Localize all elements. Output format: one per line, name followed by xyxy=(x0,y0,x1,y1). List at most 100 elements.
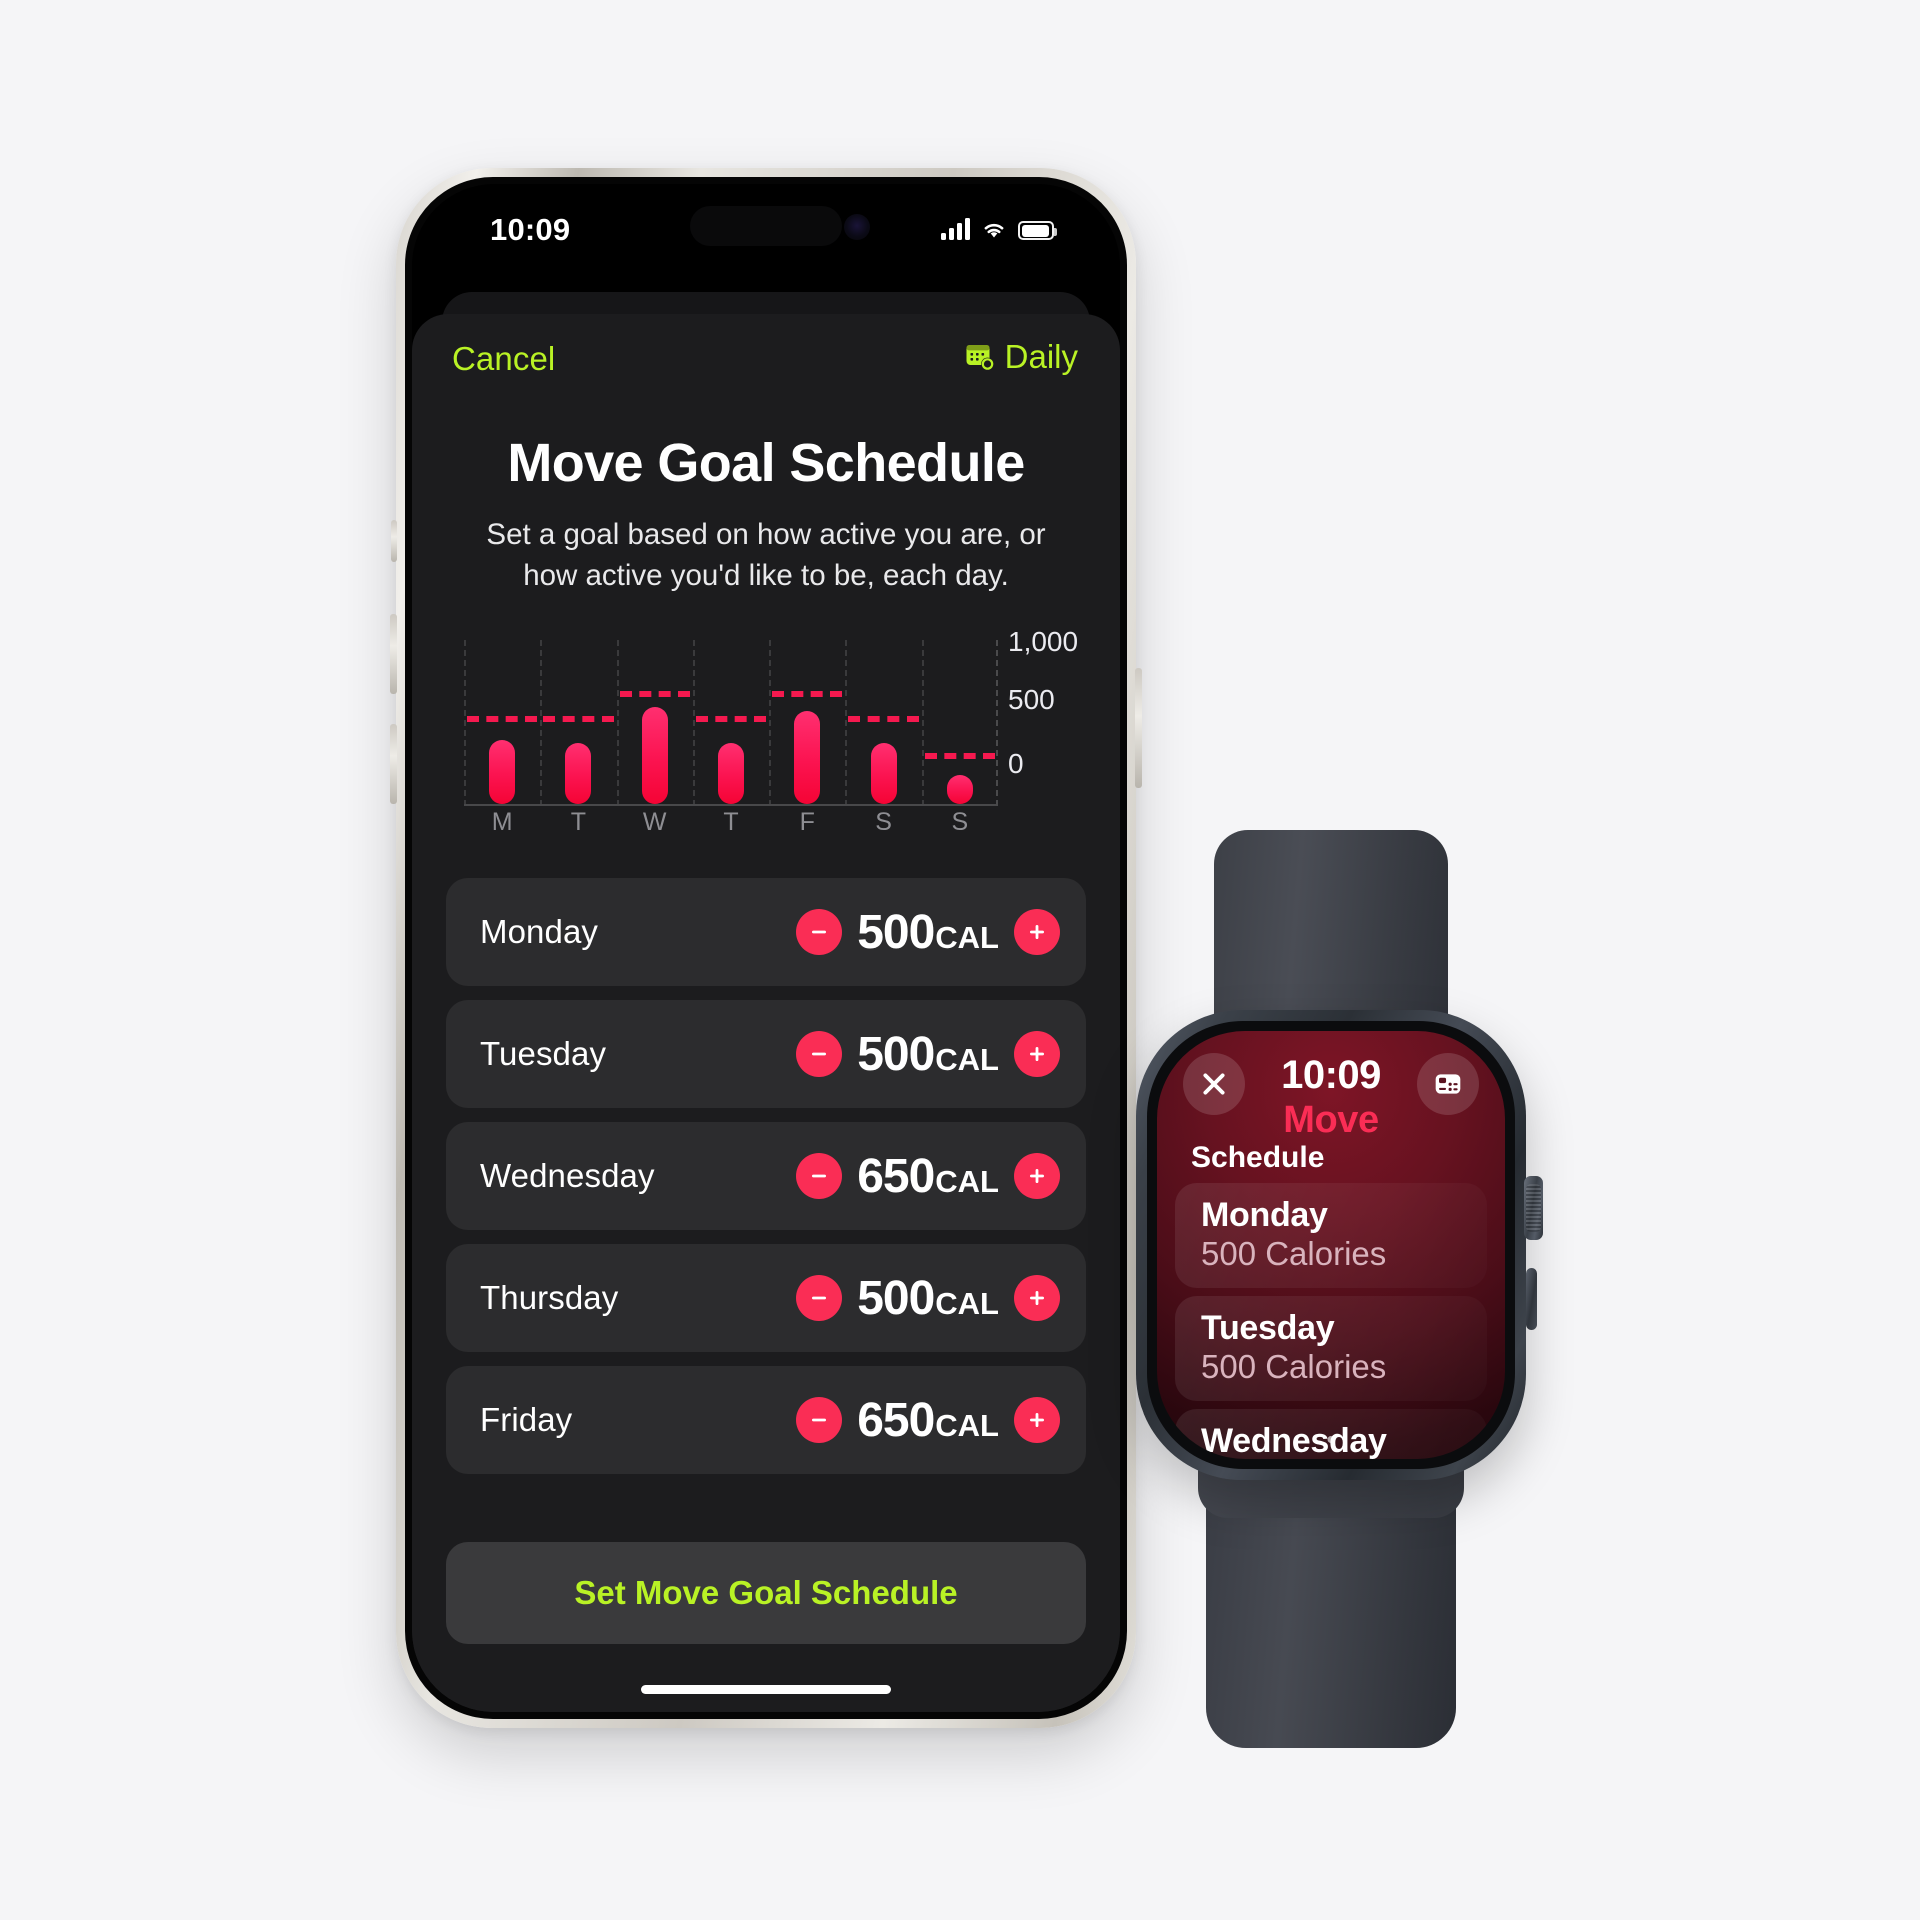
watch-side-button[interactable] xyxy=(1526,1268,1537,1330)
quantity-stepper: 500 CAL xyxy=(796,1027,1060,1082)
table-row[interactable]: Tuesday 500 CAL xyxy=(446,1000,1086,1108)
volume-down-button[interactable] xyxy=(390,724,397,804)
minus-circle-icon[interactable] xyxy=(796,909,843,955)
set-move-goal-schedule-button[interactable]: Set Move Goal Schedule xyxy=(446,1542,1086,1644)
watch-row-day: Monday xyxy=(1201,1196,1328,1234)
watch-bezel: 10:09 Move Schedule Monday 500 Calories … xyxy=(1147,1021,1515,1469)
power-button[interactable] xyxy=(1135,668,1142,788)
cancel-button[interactable]: Cancel xyxy=(452,340,555,378)
chart-goal-line xyxy=(848,716,919,722)
status-bar-time: 10:09 xyxy=(490,212,571,247)
x-tick: T xyxy=(570,808,587,836)
table-row[interactable]: Monday 500 CAL xyxy=(446,878,1086,986)
wifi-icon xyxy=(981,220,1007,240)
row-day-label: Friday xyxy=(480,1401,573,1438)
chart-goal-line xyxy=(772,691,843,698)
chart-column-m1 xyxy=(464,640,540,804)
chart-goal-line xyxy=(695,716,767,722)
plus-circle-icon[interactable] xyxy=(1014,1031,1060,1077)
x-tick: S xyxy=(875,808,892,836)
row-value: 500 CAL xyxy=(857,905,999,960)
digital-crown[interactable] xyxy=(1524,1176,1543,1240)
chart-goal-line xyxy=(467,716,538,722)
row-day-label: Thursday xyxy=(480,1279,619,1316)
quantity-stepper: 650 CAL xyxy=(796,1149,1060,1204)
x-tick: M xyxy=(491,808,513,836)
status-bar-indicators xyxy=(941,210,1057,240)
plus-circle-icon[interactable] xyxy=(1014,1397,1060,1443)
row-value: 500 CAL xyxy=(857,1271,999,1326)
row-day-label: Tuesday xyxy=(480,1035,607,1072)
plus-circle-icon[interactable] xyxy=(1014,1275,1060,1321)
phone-bezel: 10:09 Cancel Daily Move Goal Schedule Se… xyxy=(405,177,1127,1719)
daily-button-label: Daily xyxy=(1004,338,1078,375)
page-subtitle: Set a goal based on how active you are, … xyxy=(486,518,1046,592)
row-value: 650 CAL xyxy=(857,1149,999,1204)
chart-bar xyxy=(717,743,744,804)
chart-column-s2 xyxy=(922,640,998,804)
row-day-label: Monday xyxy=(480,913,599,950)
table-row[interactable]: Wednesday 650 CAL xyxy=(446,1122,1086,1230)
list-detail-icon[interactable] xyxy=(1417,1053,1479,1115)
row-value-number: 500 xyxy=(857,1271,935,1325)
chart-goal-line xyxy=(543,716,614,722)
chart-column-t1 xyxy=(540,640,616,804)
home-indicator[interactable] xyxy=(641,1685,891,1694)
cellular-bars-icon xyxy=(941,218,970,240)
chart-bars xyxy=(464,640,998,804)
minus-circle-icon[interactable] xyxy=(796,1397,843,1443)
chart-y-axis: 1,000 500 0 xyxy=(998,626,1084,806)
table-row[interactable]: Friday 650 CAL xyxy=(446,1366,1086,1474)
chart-bar xyxy=(565,742,592,804)
row-value: 650 CAL xyxy=(857,1393,999,1448)
move-goal-schedule-sheet: Cancel Daily Move Goal Schedule Set a go… xyxy=(412,314,1120,1712)
day-goal-list: Monday 500 CAL Tuesday 500 CAL Wednesday… xyxy=(446,878,1086,1474)
row-value: 500 CAL xyxy=(857,1027,999,1082)
list-item[interactable]: Wednesday 650 Calories xyxy=(1175,1409,1487,1459)
watch-schedule-list: Monday 500 Calories Tuesday 500 Calories… xyxy=(1175,1183,1487,1459)
mute-switch[interactable] xyxy=(391,520,397,562)
watch-row-calories: 500 Calories xyxy=(1201,1348,1387,1386)
chart-column-w xyxy=(617,640,693,804)
x-tick: S xyxy=(951,808,969,836)
chart-bar xyxy=(794,710,821,804)
watch-row-calories: 500 Calories xyxy=(1201,1235,1387,1273)
chart-column-f xyxy=(769,640,845,804)
chart-x-axis: M T W T F S S xyxy=(464,808,998,840)
row-value-number: 500 xyxy=(857,1027,935,1081)
watch-case: 10:09 Move Schedule Monday 500 Calories … xyxy=(1136,1010,1543,1480)
quantity-stepper: 500 CAL xyxy=(796,905,1060,960)
daily-button[interactable]: Daily xyxy=(965,338,1078,376)
sheet-navbar: Cancel Daily xyxy=(412,314,1120,406)
chart-bar xyxy=(870,743,897,804)
quantity-stepper: 650 CAL xyxy=(796,1393,1060,1448)
chart-column-s1 xyxy=(845,640,921,804)
list-item[interactable]: Monday 500 Calories xyxy=(1175,1183,1487,1289)
minus-circle-icon[interactable] xyxy=(796,1153,843,1199)
minus-circle-icon[interactable] xyxy=(796,1275,843,1321)
watch-screen: 10:09 Move Schedule Monday 500 Calories … xyxy=(1157,1031,1505,1459)
weekly-move-chart: 1,000 500 0 M T W T F S S xyxy=(464,626,1084,840)
x-tick: T xyxy=(723,808,739,836)
calendar-clock-icon xyxy=(965,341,997,373)
dynamic-island xyxy=(690,206,842,246)
apple-watch-device: 10:09 Move Schedule Monday 500 Calories … xyxy=(1136,830,1543,1748)
row-value-number: 650 xyxy=(857,1393,935,1447)
watch-toolbar: 10:09 Move xyxy=(1157,1031,1505,1141)
row-value-number: 500 xyxy=(857,905,935,959)
plus-circle-icon[interactable] xyxy=(1014,909,1060,955)
x-tick: F xyxy=(799,808,815,836)
row-day-label: Wednesday xyxy=(480,1157,655,1194)
page-title: Move Goal Schedule xyxy=(507,433,1025,493)
chart-baseline xyxy=(464,804,998,806)
chart-bar xyxy=(641,707,668,804)
minus-circle-icon[interactable] xyxy=(796,1031,843,1077)
plus-circle-icon[interactable] xyxy=(1014,1153,1060,1199)
volume-up-button[interactable] xyxy=(390,614,397,694)
list-item[interactable]: Tuesday 500 Calories xyxy=(1175,1296,1487,1402)
watch-row-day: Tuesday xyxy=(1201,1309,1335,1348)
row-value-unit: CAL xyxy=(935,1041,999,1077)
footer-action-area: Set Move Goal Schedule xyxy=(412,1502,1120,1712)
x-tick: W xyxy=(642,808,667,836)
table-row[interactable]: Thursday 500 CAL xyxy=(446,1244,1086,1352)
